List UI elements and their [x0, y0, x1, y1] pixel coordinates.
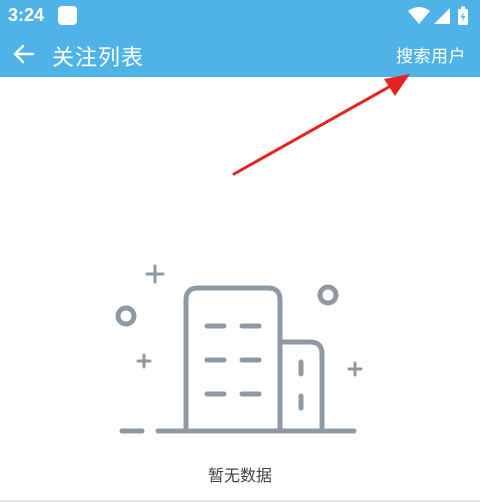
wifi-icon: [408, 7, 430, 24]
search-user-button[interactable]: 搜索用户: [396, 42, 466, 67]
status-time: 3:24: [8, 5, 45, 25]
empty-building-icon: [115, 264, 363, 434]
status-bar: 3:24: [0, 0, 480, 32]
cellular-signal-icon: [434, 8, 450, 24]
empty-state-message: 暂无数据: [207, 466, 272, 485]
status-icons: [408, 6, 468, 25]
toolbar: 关注列表 搜索用户: [0, 32, 480, 77]
back-button[interactable]: [8, 38, 40, 70]
page-title: 关注列表: [52, 46, 145, 71]
notification-app-icon: [58, 6, 77, 25]
arrow-left-icon: [13, 44, 35, 64]
battery-charging-icon: [458, 6, 468, 25]
